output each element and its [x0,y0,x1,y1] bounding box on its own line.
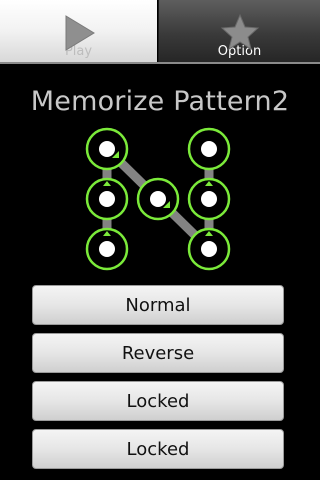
normal-button[interactable]: Normal [32,285,284,325]
tab-divider [0,62,320,64]
locked-button-1[interactable]: Locked [32,381,284,421]
play-icon [61,13,97,57]
tab-bar: Play Option [0,0,320,64]
pattern-node[interactable] [187,177,231,221]
tab-play[interactable]: Play [0,0,157,62]
locked-button-2[interactable]: Locked [32,429,284,469]
pattern-node[interactable] [85,227,129,271]
star-icon [220,13,260,55]
pattern-node[interactable] [85,127,129,171]
pattern-node[interactable] [187,127,231,171]
tab-option[interactable]: Option [158,0,320,62]
pattern-nodes [85,127,231,271]
pattern-grid[interactable] [0,118,320,278]
pattern-node[interactable] [85,177,129,221]
reverse-button[interactable]: Reverse [32,333,284,373]
page-title: Memorize Pattern2 [30,86,290,117]
pattern-node[interactable] [136,177,180,221]
pattern-node[interactable] [187,227,231,271]
